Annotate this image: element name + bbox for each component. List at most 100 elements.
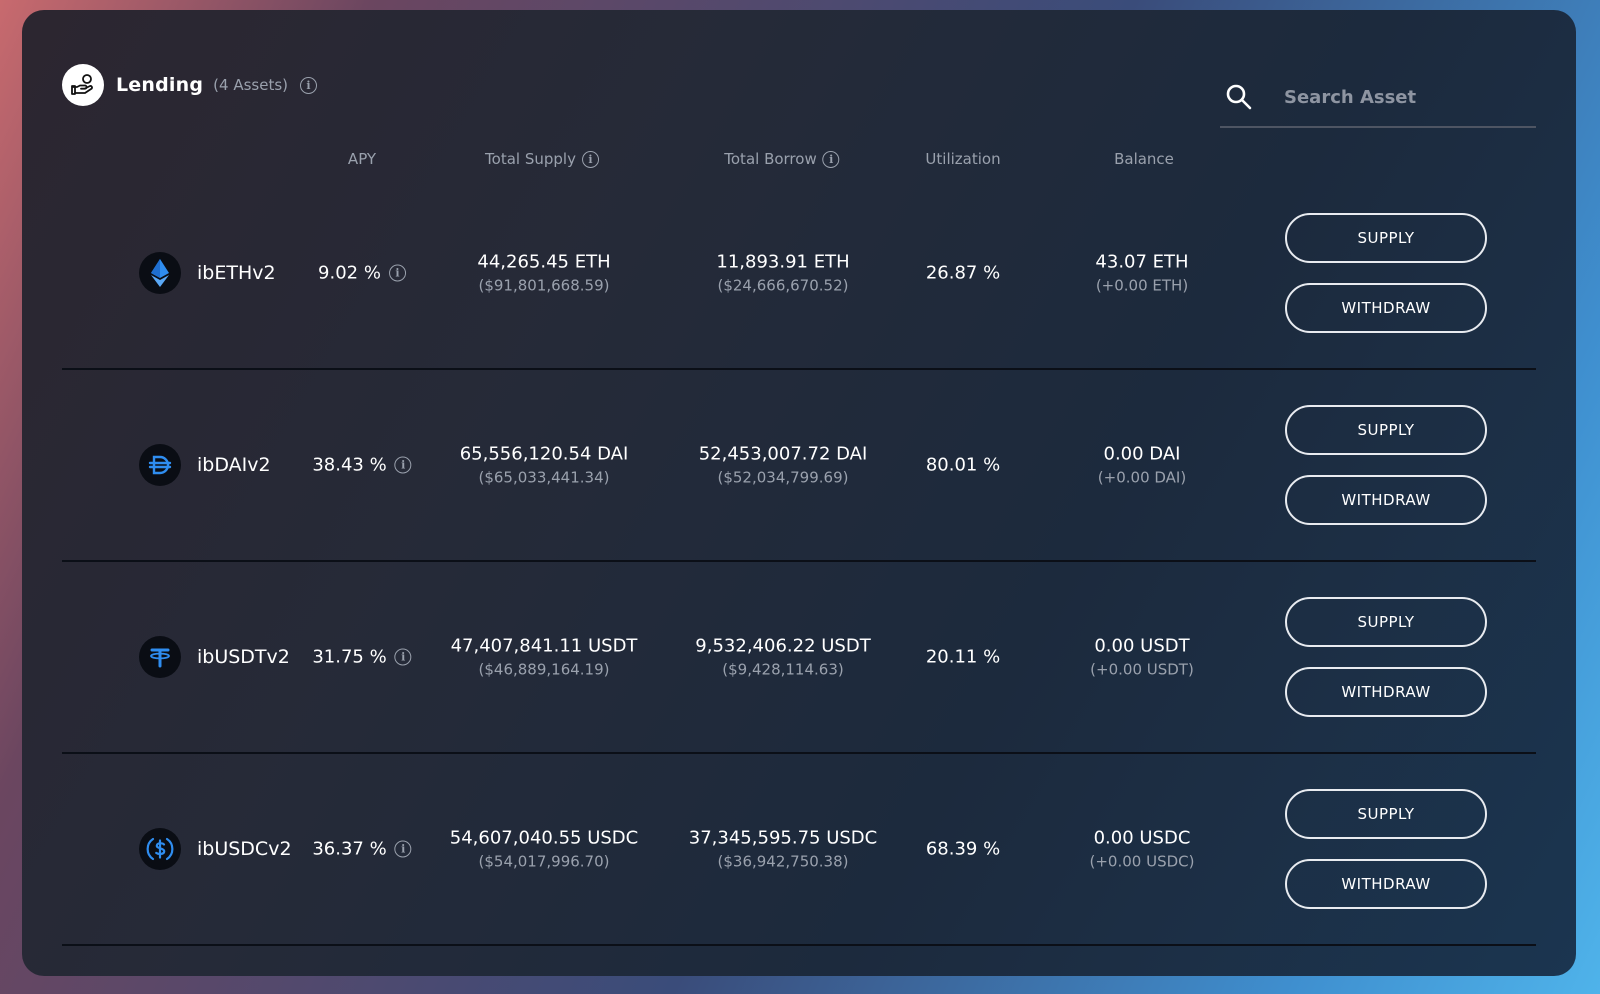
supply-button[interactable]: SUPPLY: [1285, 213, 1487, 263]
balance-cell: 0.00 USDC (+0.00 USDC): [1090, 828, 1195, 871]
table-row: ibETHv2 9.02 % i 44,265.45 ETH ($91,801,…: [62, 178, 1536, 370]
total-supply-cell: 44,265.45 ETH ($91,801,668.59): [477, 252, 610, 295]
total-borrow-value: 52,453,007.72 DAI: [698, 443, 868, 465]
lending-panel: Lending (4 Assets) i APY Total Supply i …: [22, 10, 1576, 976]
asset-name: ibDAIv2: [197, 454, 271, 476]
balance-cell: 43.07 ETH (+0.00 ETH): [1095, 252, 1188, 295]
table-header: APY Total Supply i Total Borrow i Utiliz…: [22, 150, 1576, 174]
apy-value: 36.37 %: [312, 838, 387, 860]
total-supply-cell: 54,607,040.55 USDC ($54,017,996.70): [450, 828, 638, 871]
utilization-value: 80.01 %: [925, 454, 1001, 476]
utilization-cell: 20.11 %: [926, 647, 1000, 668]
column-header-total-borrow: Total Borrow i: [724, 150, 840, 168]
total-supply-usd: ($46,889,164.19): [478, 660, 610, 679]
balance-value: 0.00 USDC: [1093, 827, 1191, 849]
apy-value: 9.02 %: [318, 262, 381, 284]
search-icon: [1226, 84, 1252, 110]
total-borrow-usd: ($52,034,799.69): [717, 468, 849, 487]
balance-change: (+0.00 USDC): [1089, 852, 1195, 871]
utilization-cell: 26.87 %: [926, 263, 1000, 284]
total-borrow-value: 9,532,406.22 USDT: [695, 635, 871, 657]
balance-change: (+0.00 USDT): [1090, 660, 1194, 679]
utilization-cell: 80.01 %: [926, 455, 1000, 476]
withdraw-button[interactable]: WITHDRAW: [1285, 283, 1487, 333]
asset-cell: ibDAIv2: [139, 444, 271, 486]
search-input[interactable]: [1284, 86, 1524, 108]
total-supply-value: 44,265.45 ETH: [477, 251, 611, 273]
balance-change: (+0.00 DAI): [1097, 468, 1187, 487]
total-borrow-usd: ($36,942,750.38): [717, 852, 849, 871]
asset-cell: ibUSDCv2: [139, 828, 292, 870]
info-icon[interactable]: i: [822, 150, 840, 168]
ethereum-icon: [139, 252, 181, 294]
info-icon[interactable]: i: [300, 76, 318, 94]
row-actions: SUPPLY WITHDRAW: [1285, 789, 1487, 909]
utilization-value: 68.39 %: [925, 838, 1001, 860]
total-borrow-cell: 52,453,007.72 DAI ($52,034,799.69): [699, 444, 868, 487]
usdc-icon: [139, 828, 181, 870]
info-icon[interactable]: i: [388, 264, 406, 282]
asset-table: ibETHv2 9.02 % i 44,265.45 ETH ($91,801,…: [62, 178, 1536, 946]
asset-name: ibETHv2: [197, 262, 276, 284]
total-borrow-usd: ($9,428,114.63): [722, 660, 844, 679]
asset-cell: ibETHv2: [139, 252, 276, 294]
supply-button[interactable]: SUPPLY: [1285, 405, 1487, 455]
info-icon[interactable]: i: [581, 150, 599, 168]
column-header-balance: Balance: [1114, 150, 1174, 168]
total-borrow-cell: 9,532,406.22 USDT ($9,428,114.63): [695, 636, 870, 679]
info-icon[interactable]: i: [394, 840, 412, 858]
balance-cell: 0.00 DAI (+0.00 DAI): [1098, 444, 1186, 487]
row-actions: SUPPLY WITHDRAW: [1285, 405, 1487, 525]
withdraw-button[interactable]: WITHDRAW: [1285, 667, 1487, 717]
utilization-value: 20.11 %: [925, 646, 1001, 668]
withdraw-button[interactable]: WITHDRAW: [1285, 475, 1487, 525]
total-borrow-value: 11,893.91 ETH: [716, 251, 850, 273]
apy-cell: 31.75 % i: [312, 646, 412, 668]
lending-header: Lending (4 Assets) i: [62, 64, 318, 106]
info-icon[interactable]: i: [394, 456, 412, 474]
withdraw-button[interactable]: WITHDRAW: [1285, 859, 1487, 909]
total-borrow-value: 37,345,595.75 USDC: [688, 827, 878, 849]
tether-icon: [139, 636, 181, 678]
apy-cell: 36.37 % i: [312, 838, 412, 860]
table-row: ibUSDCv2 36.37 % i 54,607,040.55 USDC ($…: [62, 754, 1536, 946]
table-row: ibDAIv2 38.43 % i 65,556,120.54 DAI ($65…: [62, 370, 1536, 562]
total-supply-usd: ($91,801,668.59): [478, 276, 610, 295]
balance-cell: 0.00 USDT (+0.00 USDT): [1090, 636, 1194, 679]
total-borrow-cell: 11,893.91 ETH ($24,666,670.52): [716, 252, 849, 295]
total-borrow-cell: 37,345,595.75 USDC ($36,942,750.38): [689, 828, 877, 871]
asset-name: ibUSDTv2: [197, 646, 290, 668]
row-actions: SUPPLY WITHDRAW: [1285, 213, 1487, 333]
info-icon[interactable]: i: [394, 648, 412, 666]
total-supply-usd: ($54,017,996.70): [478, 852, 610, 871]
supply-button[interactable]: SUPPLY: [1285, 789, 1487, 839]
column-header-utilization: Utilization: [925, 150, 1001, 168]
balance-value: 0.00 USDT: [1094, 635, 1190, 657]
apy-cell: 38.43 % i: [312, 454, 412, 476]
hand-coin-icon: [62, 64, 104, 106]
search-bar: [1220, 68, 1536, 128]
page-title: Lending: [116, 74, 204, 96]
utilization-value: 26.87 %: [925, 262, 1001, 284]
apy-cell: 9.02 % i: [318, 263, 406, 284]
apy-value: 31.75 %: [312, 646, 387, 668]
asset-count: (4 Assets): [213, 76, 289, 94]
utilization-cell: 68.39 %: [926, 839, 1000, 860]
apy-value: 38.43 %: [312, 454, 387, 476]
total-borrow-usd: ($24,666,670.52): [717, 276, 849, 295]
total-supply-cell: 47,407,841.11 USDT ($46,889,164.19): [451, 636, 638, 679]
balance-value: 0.00 DAI: [1103, 443, 1181, 465]
supply-button[interactable]: SUPPLY: [1285, 597, 1487, 647]
column-header-total-supply: Total Supply i: [485, 150, 599, 168]
column-header-apy: APY: [347, 150, 377, 168]
balance-change: (+0.00 ETH): [1095, 276, 1189, 295]
asset-name: ibUSDCv2: [197, 838, 292, 860]
total-supply-value: 47,407,841.11 USDT: [450, 635, 638, 657]
table-row: ibUSDTv2 31.75 % i 47,407,841.11 USDT ($…: [62, 562, 1536, 754]
total-supply-value: 54,607,040.55 USDC: [449, 827, 639, 849]
total-supply-cell: 65,556,120.54 DAI ($65,033,441.34): [460, 444, 629, 487]
total-supply-value: 65,556,120.54 DAI: [459, 443, 629, 465]
balance-value: 43.07 ETH: [1095, 251, 1189, 273]
dai-icon: [139, 444, 181, 486]
asset-cell: ibUSDTv2: [139, 636, 290, 678]
